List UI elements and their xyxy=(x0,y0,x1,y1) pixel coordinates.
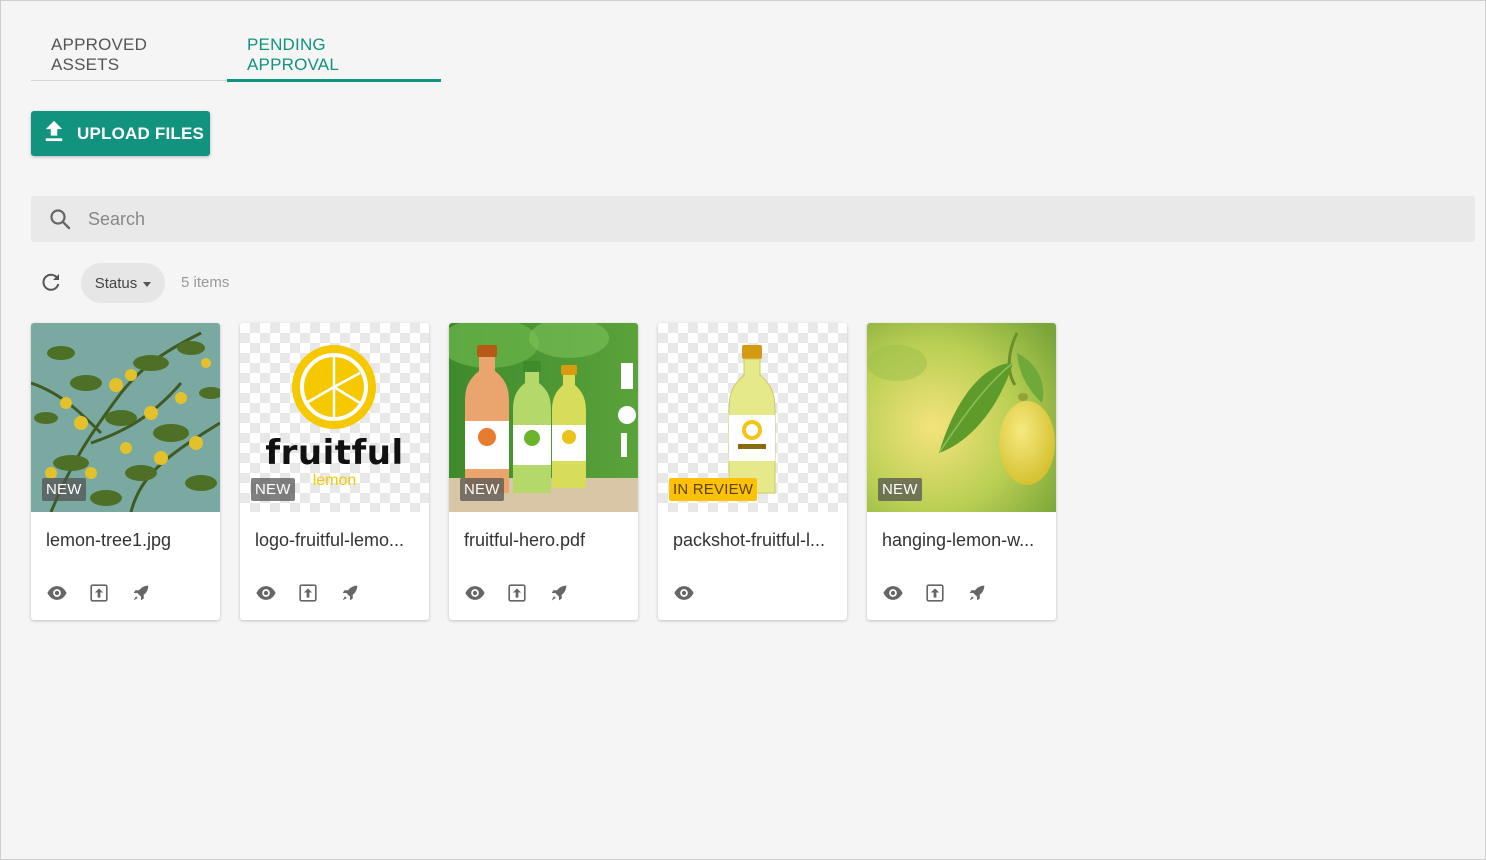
asset-thumbnail[interactable]: IN REVIEW xyxy=(658,323,847,512)
app-frame: APPROVED ASSETS PENDING APPROVAL UPLOAD … xyxy=(0,0,1486,860)
search-input[interactable] xyxy=(88,208,1388,230)
rocket-icon[interactable] xyxy=(339,582,361,604)
publish-icon[interactable] xyxy=(88,582,110,604)
status-badge: NEW xyxy=(251,478,295,501)
asset-filename: fruitful-hero.pdf xyxy=(464,530,586,550)
asset-actions xyxy=(46,582,152,604)
asset-thumbnail[interactable]: NEW xyxy=(449,323,638,512)
asset-filename: logo-fruitful-lemo... xyxy=(255,530,405,550)
asset-filename: packshot-fruitful-l... xyxy=(673,530,826,550)
rocket-icon[interactable] xyxy=(966,582,988,604)
upload-icon xyxy=(43,119,65,148)
status-badge: IN REVIEW xyxy=(669,478,758,501)
search-bar xyxy=(31,196,1475,242)
asset-actions xyxy=(255,582,361,604)
asset-card: IN REVIEW packshot-fruitful-l... xyxy=(658,323,847,620)
asset-thumbnail[interactable]: NEW xyxy=(867,323,1056,512)
asset-actions xyxy=(673,582,695,604)
eye-icon[interactable] xyxy=(464,582,486,604)
logo-brand-text: fruitful xyxy=(265,433,404,473)
asset-thumbnail[interactable]: fruitful lemon NEW xyxy=(240,323,429,512)
tab-approved-assets[interactable]: APPROVED ASSETS xyxy=(31,29,227,81)
asset-card: NEW fruitful-hero.pdf xyxy=(449,323,638,620)
search-icon xyxy=(50,209,71,230)
status-badge: NEW xyxy=(460,478,504,501)
eye-icon[interactable] xyxy=(255,582,277,604)
caret-down-icon xyxy=(143,281,152,287)
refresh-icon[interactable] xyxy=(39,270,63,294)
eye-icon[interactable] xyxy=(46,582,68,604)
publish-icon[interactable] xyxy=(924,582,946,604)
status-badge: NEW xyxy=(878,478,922,501)
asset-thumbnail[interactable]: NEW xyxy=(31,323,220,512)
asset-card: fruitful lemon NEW logo-fruitful-lemo... xyxy=(240,323,429,620)
asset-filename: lemon-tree1.jpg xyxy=(46,530,172,550)
upload-files-label: UPLOAD FILES xyxy=(77,123,205,143)
asset-actions xyxy=(882,582,988,604)
items-count: 5 items xyxy=(181,274,230,291)
asset-filename: hanging-lemon-w... xyxy=(882,530,1035,550)
status-filter-label: Status xyxy=(94,274,138,292)
tab-bar: APPROVED ASSETS PENDING APPROVAL xyxy=(31,29,441,82)
asset-card: NEW lemon-tree1.jpg xyxy=(31,323,220,620)
rocket-icon[interactable] xyxy=(130,582,152,604)
asset-actions xyxy=(464,582,570,604)
tab-pending-approval[interactable]: PENDING APPROVAL xyxy=(227,29,441,82)
status-filter-dropdown[interactable]: Status xyxy=(81,263,165,303)
eye-icon[interactable] xyxy=(673,582,695,604)
publish-icon[interactable] xyxy=(506,582,528,604)
rocket-icon[interactable] xyxy=(548,582,570,604)
publish-icon[interactable] xyxy=(297,582,319,604)
status-badge: NEW xyxy=(42,478,86,501)
upload-files-button[interactable]: UPLOAD FILES xyxy=(31,111,210,156)
asset-card: NEW hanging-lemon-w... xyxy=(867,323,1056,620)
eye-icon[interactable] xyxy=(882,582,904,604)
